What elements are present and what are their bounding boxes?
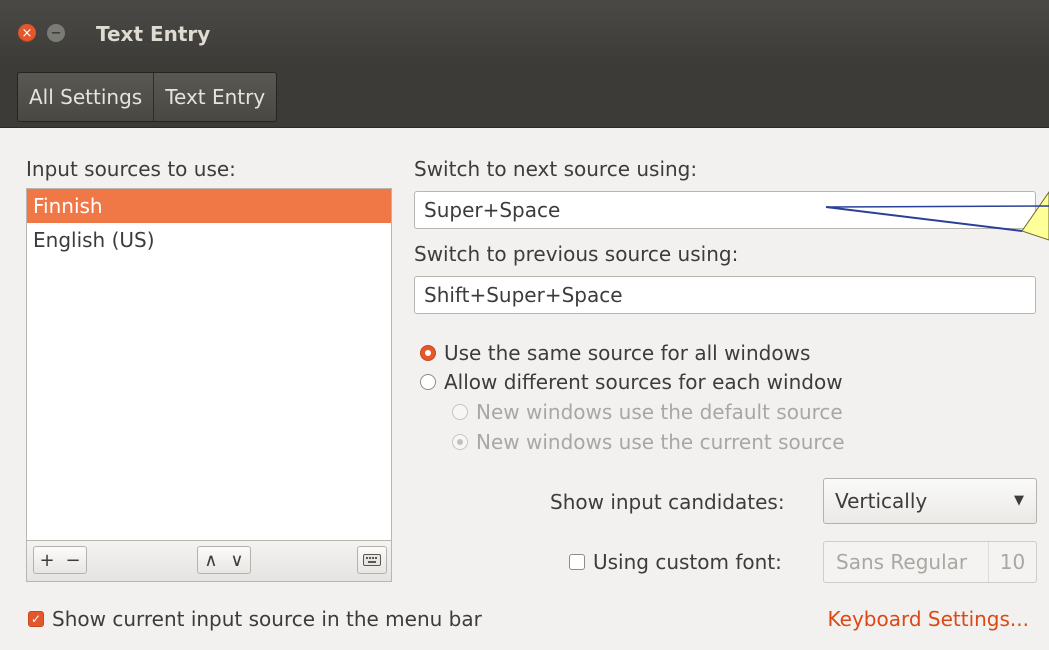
move-up-button[interactable]: ∧: [198, 547, 224, 573]
previous-source-shortcut[interactable]: Shift+Super+Space: [414, 276, 1036, 314]
checkbox-unchecked-icon: [569, 554, 585, 570]
breadcrumb-text-entry[interactable]: Text Entry: [153, 73, 276, 121]
radio-different-sources[interactable]: Allow different sources for each window: [420, 370, 843, 394]
input-candidates-label: Show input candidates:: [550, 490, 785, 514]
add-source-button[interactable]: +: [34, 547, 60, 573]
font-chooser-button: Sans Regular 10: [823, 541, 1037, 583]
radio-same-source[interactable]: Use the same source for all windows: [420, 341, 810, 365]
radio-disabled-icon: [452, 404, 468, 420]
move-down-button[interactable]: ∨: [224, 547, 250, 573]
font-name: Sans Regular: [836, 550, 968, 574]
breadcrumb-all-settings[interactable]: All Settings: [18, 73, 153, 121]
window-title: Text Entry: [96, 22, 211, 46]
radio-unselected-icon: [420, 374, 436, 390]
list-toolbar: + − ∧ ∨: [26, 540, 392, 582]
custom-font-checkbox[interactable]: Using custom font:: [569, 550, 782, 574]
radio-default-source: New windows use the default source: [452, 400, 843, 424]
radio-default-source-label: New windows use the default source: [476, 400, 843, 424]
add-remove-group: + −: [33, 546, 87, 574]
radio-current-source-label: New windows use the current source: [476, 430, 845, 454]
keyboard-layout-group: [357, 546, 387, 574]
dropdown-arrow-icon: ▼: [1014, 493, 1024, 508]
list-item-finnish[interactable]: Finnish: [27, 189, 391, 223]
show-menu-bar-checkbox[interactable]: ✓ Show current input source in the menu …: [28, 607, 482, 631]
radio-selected-icon: [420, 345, 436, 361]
reorder-group: ∧ ∨: [197, 546, 251, 574]
custom-font-label: Using custom font:: [593, 550, 782, 574]
radio-different-sources-label: Allow different sources for each window: [444, 370, 843, 394]
keyboard-settings-link[interactable]: Keyboard Settings...: [828, 607, 1029, 631]
toolbar: All Settings Text Entry: [0, 66, 1049, 128]
input-candidates-value: Vertically: [835, 489, 928, 513]
keyboard-icon: [363, 554, 381, 566]
remove-source-button[interactable]: −: [60, 547, 86, 573]
show-menu-bar-label: Show current input source in the menu ba…: [52, 607, 482, 631]
close-button[interactable]: ×: [18, 24, 36, 42]
radio-disabled-selected-icon: [452, 434, 468, 450]
input-sources-heading: Input sources to use:: [26, 157, 236, 181]
input-sources-list[interactable]: Finnish English (US): [26, 188, 392, 540]
next-source-label: Switch to next source using:: [414, 157, 698, 181]
input-candidates-dropdown[interactable]: Vertically ▼: [823, 478, 1037, 524]
next-source-shortcut[interactable]: Super+Space: [414, 191, 1036, 229]
list-item-english-us[interactable]: English (US): [27, 223, 391, 257]
previous-source-label: Switch to previous source using:: [414, 242, 739, 266]
minimize-button[interactable]: −: [47, 24, 65, 42]
radio-same-source-label: Use the same source for all windows: [444, 341, 811, 365]
keyboard-layout-button[interactable]: [358, 547, 386, 573]
checkbox-checked-icon: ✓: [28, 611, 44, 627]
title-bar: × − Text Entry: [0, 0, 1049, 66]
breadcrumb: All Settings Text Entry: [17, 72, 278, 122]
radio-current-source: New windows use the current source: [452, 430, 845, 454]
font-size: 10: [988, 542, 1036, 582]
